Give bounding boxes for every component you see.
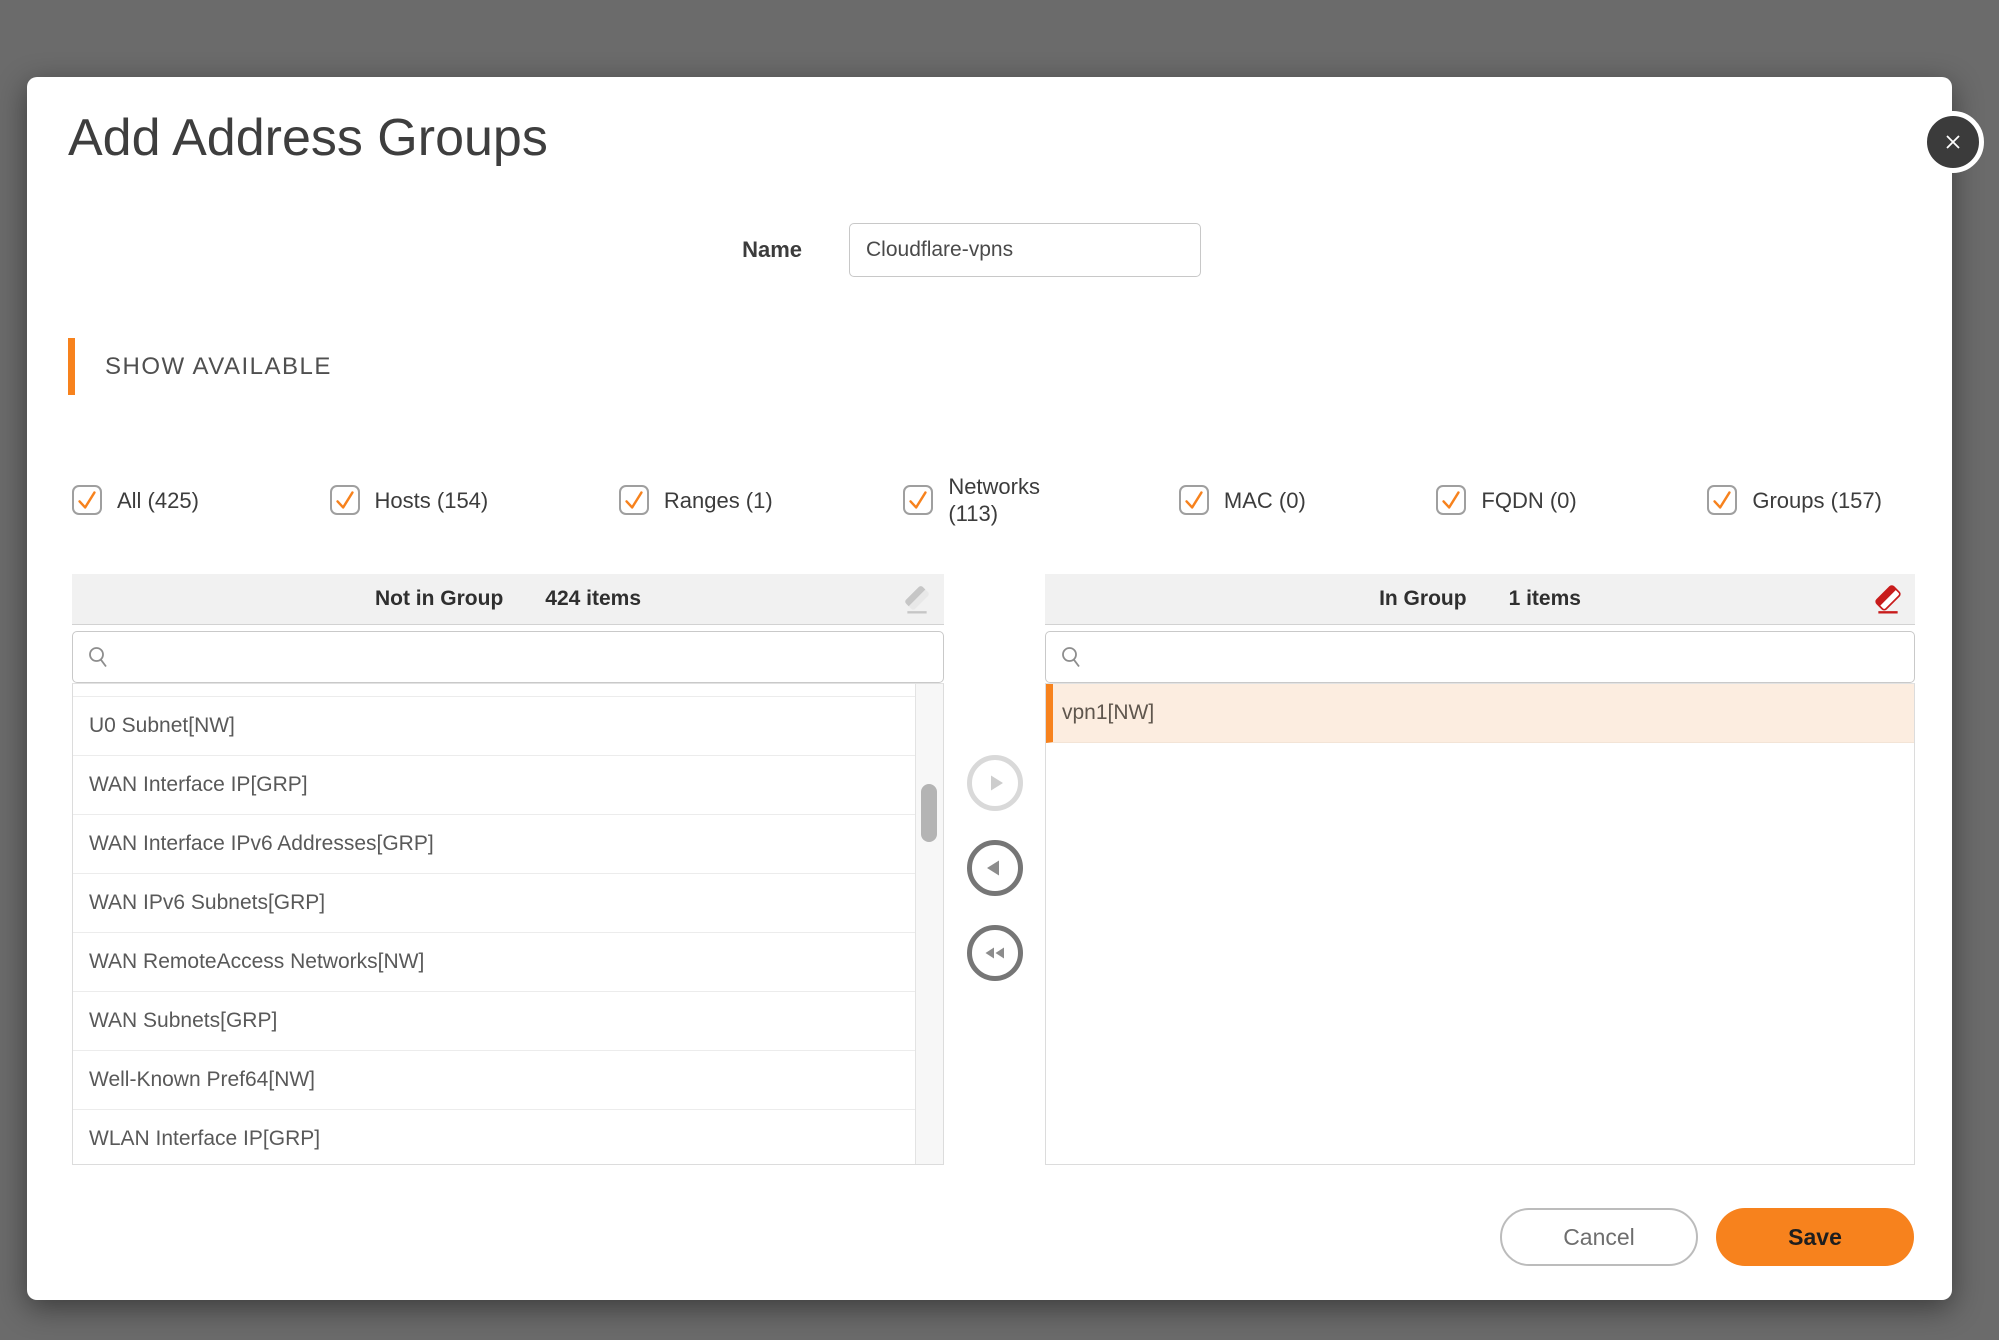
not-in-group-searchbox: [72, 631, 944, 683]
show-available-section: SHOW AVAILABLE: [68, 338, 332, 395]
clear-not-in-group-button[interactable]: [902, 584, 934, 616]
hosts-checkbox[interactable]: [330, 485, 360, 515]
section-accent-bar: [68, 338, 75, 395]
close-icon: [1939, 128, 1967, 156]
not-in-group-count: 424 items: [545, 587, 641, 611]
search-icon: [86, 645, 112, 671]
list-item[interactable]: WAN IPv6 Subnets[GRP]: [73, 874, 915, 933]
save-button[interactable]: Save: [1716, 1208, 1914, 1266]
name-field-label: Name: [627, 223, 802, 277]
filter-all[interactable]: All (425): [72, 485, 199, 515]
mac-checkbox[interactable]: [1179, 485, 1209, 515]
not-in-group-list: U0 Subnet[NW] WAN Interface IP[GRP] WAN …: [72, 683, 944, 1165]
clear-in-group-button[interactable]: [1873, 584, 1905, 616]
add-address-groups-dialog: Add Address Groups Name SHOW AVAILABLE A…: [27, 77, 1952, 1300]
double-arrow-left-icon: [981, 940, 1009, 966]
in-group-panel: In Group 1 items: [1045, 574, 1915, 1165]
in-group-header: In Group 1 items: [1045, 574, 1915, 625]
filter-row: All (425) Hosts (154) Ranges (1) Network…: [72, 462, 1882, 538]
section-title: SHOW AVAILABLE: [105, 353, 332, 381]
close-button[interactable]: [1922, 111, 1984, 173]
list-item[interactable]: WAN RemoteAccess Networks[NW]: [73, 933, 915, 992]
filter-all-label: All (425): [117, 487, 199, 514]
cancel-button[interactable]: Cancel: [1500, 1208, 1698, 1266]
filter-fqdn-label: FQDN (0): [1481, 487, 1576, 514]
search-icon: [1059, 645, 1085, 671]
in-group-title: In Group: [1379, 587, 1467, 611]
not-in-group-header: Not in Group 424 items: [72, 574, 944, 625]
move-all-left-button[interactable]: [967, 925, 1023, 981]
in-group-searchbox: [1045, 631, 1915, 683]
page-title: Add Address Groups: [68, 107, 548, 169]
list-item[interactable]: Well-Known Pref64[NW]: [73, 1051, 915, 1110]
filter-ranges-label: Ranges (1): [664, 487, 773, 514]
filter-networks-label: Networks (113): [948, 473, 1048, 527]
list-row-partial: [73, 684, 915, 697]
list-item[interactable]: WLAN Interface IP[GRP]: [73, 1110, 915, 1165]
not-in-group-search-input[interactable]: [117, 632, 935, 684]
filter-mac[interactable]: MAC (0): [1179, 485, 1306, 515]
filter-hosts[interactable]: Hosts (154): [330, 485, 489, 515]
arrow-left-icon: [982, 855, 1008, 881]
list-item-selected[interactable]: vpn1[NW]: [1046, 684, 1914, 743]
all-checkbox[interactable]: [72, 485, 102, 515]
filter-groups-label: Groups (157): [1752, 487, 1882, 514]
filter-groups[interactable]: Groups (157): [1707, 485, 1882, 515]
arrow-right-icon: [982, 770, 1008, 796]
in-group-list: vpn1[NW]: [1045, 683, 1915, 1165]
move-right-button[interactable]: [967, 755, 1023, 811]
not-in-group-panel: Not in Group 424 items: [72, 574, 944, 1165]
list-item[interactable]: WAN Subnets[GRP]: [73, 992, 915, 1051]
groups-checkbox[interactable]: [1707, 485, 1737, 515]
list-item[interactable]: U0 Subnet[NW]: [73, 697, 915, 756]
fqdn-checkbox[interactable]: [1436, 485, 1466, 515]
transfer-buttons: [967, 755, 1023, 981]
filter-networks[interactable]: Networks (113): [903, 473, 1048, 527]
filter-mac-label: MAC (0): [1224, 487, 1306, 514]
eraser-icon: [902, 585, 934, 615]
eraser-icon-red: [1873, 585, 1905, 615]
scrollbar-thumb[interactable]: [921, 784, 937, 842]
in-group-count: 1 items: [1509, 587, 1581, 611]
ranges-checkbox[interactable]: [619, 485, 649, 515]
filter-fqdn[interactable]: FQDN (0): [1436, 485, 1576, 515]
name-field[interactable]: [849, 223, 1201, 277]
filter-ranges[interactable]: Ranges (1): [619, 485, 773, 515]
filter-hosts-label: Hosts (154): [375, 487, 489, 514]
not-in-group-title: Not in Group: [375, 587, 503, 611]
in-group-search-input[interactable]: [1090, 632, 1906, 684]
scrollbar[interactable]: [915, 684, 943, 1164]
list-item[interactable]: WAN Interface IP[GRP]: [73, 756, 915, 815]
move-left-button[interactable]: [967, 840, 1023, 896]
list-item[interactable]: WAN Interface IPv6 Addresses[GRP]: [73, 815, 915, 874]
networks-checkbox[interactable]: [903, 485, 933, 515]
